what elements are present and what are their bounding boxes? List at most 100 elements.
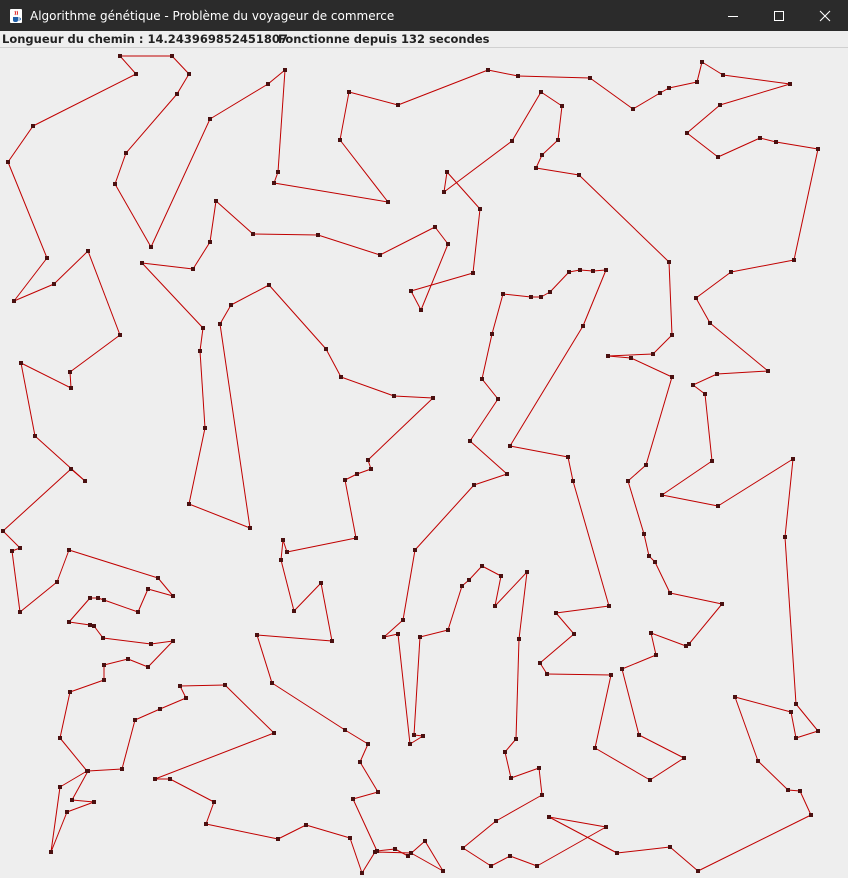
close-button[interactable]	[802, 0, 848, 31]
tour-edge	[517, 75, 591, 79]
city-point	[441, 869, 445, 873]
tour-edge	[59, 691, 71, 739]
city-point	[267, 283, 271, 287]
tour-edge	[352, 791, 379, 800]
city-point	[92, 800, 96, 804]
city-point	[816, 147, 820, 151]
tour-edge	[252, 233, 319, 236]
city-point	[496, 397, 500, 401]
close-icon	[819, 10, 831, 21]
tour-edge	[393, 395, 434, 399]
tour-edge	[717, 137, 761, 158]
tour-edge	[68, 549, 159, 579]
city-point	[248, 526, 252, 530]
city-point	[351, 797, 355, 801]
city-point	[355, 472, 359, 476]
tour-edge	[582, 269, 607, 327]
city-point	[791, 457, 795, 461]
city-point	[187, 72, 191, 76]
tour-edge	[509, 445, 569, 458]
city-point	[102, 663, 106, 667]
tour-edge	[53, 250, 89, 285]
tour-edge	[103, 658, 129, 666]
city-point	[566, 455, 570, 459]
city-point	[140, 261, 144, 265]
city-point	[670, 333, 674, 337]
maximize-button[interactable]	[756, 0, 802, 31]
city-point	[653, 560, 657, 564]
tour-edge	[141, 262, 194, 270]
city-point	[478, 207, 482, 211]
tour-edge	[59, 770, 88, 788]
city-point	[229, 303, 233, 307]
tour-edge	[103, 599, 139, 613]
tour-edge	[410, 290, 422, 311]
city-point	[212, 800, 216, 804]
tour-edge	[734, 696, 792, 713]
city-point	[67, 620, 71, 624]
city-point	[88, 623, 92, 627]
tour-edge	[154, 732, 275, 780]
tour-edge	[473, 473, 508, 486]
city-point	[281, 538, 285, 542]
tour-edge	[137, 588, 149, 613]
path-length-label: Longueur du chemin : 14.243969852451807	[2, 32, 288, 46]
tour-edge	[541, 139, 559, 156]
tour-edge	[686, 132, 719, 158]
city-point	[124, 151, 128, 155]
city-point	[694, 296, 698, 300]
tour-edge	[704, 393, 713, 462]
tour-edge	[462, 847, 492, 867]
tour-edge	[69, 334, 121, 373]
tour-edge	[434, 226, 449, 245]
tour-edge	[348, 91, 399, 106]
tour-edge	[696, 61, 703, 83]
city-point	[6, 160, 10, 164]
city-point	[756, 759, 760, 763]
city-point	[510, 139, 514, 143]
tour-edge	[66, 801, 95, 813]
tour-edge	[795, 703, 819, 732]
city-point	[446, 628, 450, 632]
city-point	[201, 326, 205, 330]
tour-edge	[757, 760, 789, 791]
minimize-button[interactable]	[710, 0, 756, 31]
city-point	[86, 249, 90, 253]
city-point	[386, 200, 390, 204]
title-bar[interactable]: Algorithme génétique - Problème du voyag…	[0, 0, 848, 31]
city-point	[276, 170, 280, 174]
tour-edge	[20, 362, 36, 437]
tour-edge	[205, 823, 279, 840]
tour-edge	[2, 530, 21, 549]
city-point	[92, 624, 96, 628]
tour-edge	[68, 621, 91, 626]
tour-edge	[410, 272, 474, 292]
city-point	[153, 777, 157, 781]
city-point	[554, 611, 558, 615]
city-point	[721, 73, 725, 77]
city-point	[279, 558, 283, 562]
tour-edge	[536, 826, 607, 867]
tour-edge	[799, 790, 812, 816]
tour-edge	[56, 549, 70, 583]
city-point	[184, 696, 188, 700]
city-point	[685, 131, 689, 135]
city-point	[421, 734, 425, 738]
tour-edge	[661, 460, 713, 496]
tour-edge	[320, 582, 333, 642]
city-point	[667, 86, 671, 90]
city-point	[70, 798, 74, 802]
city-point	[668, 845, 672, 849]
tour-edge	[555, 612, 575, 635]
city-point	[156, 576, 160, 580]
city-point	[480, 564, 484, 568]
city-point	[376, 790, 380, 794]
city-point	[18, 610, 22, 614]
city-point	[774, 140, 778, 144]
city-point	[509, 776, 513, 780]
city-point	[118, 54, 122, 58]
city-point	[718, 103, 722, 107]
tour-edge	[317, 234, 381, 256]
city-point	[545, 672, 549, 676]
city-point	[198, 349, 202, 353]
